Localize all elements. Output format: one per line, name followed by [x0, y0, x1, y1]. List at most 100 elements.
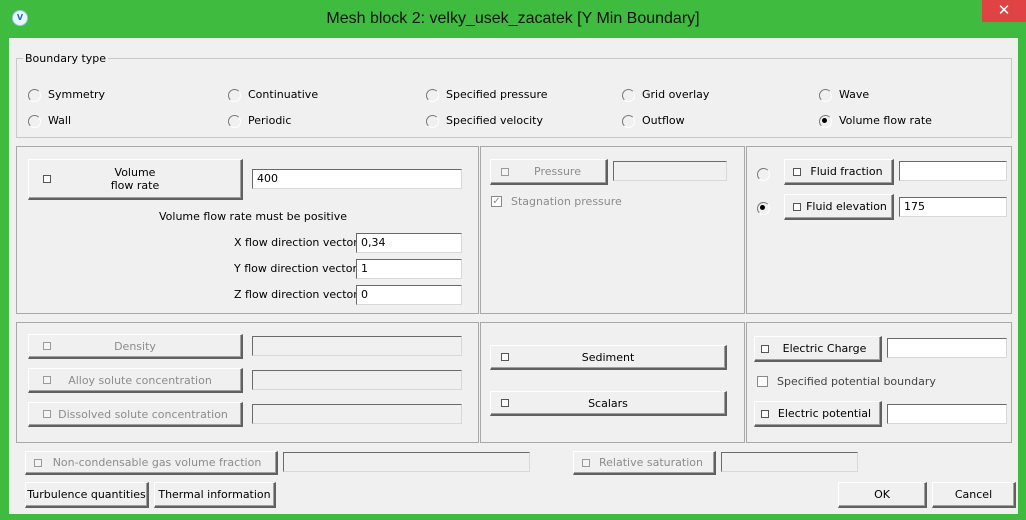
x-flow-label: X flow direction vector	[234, 236, 358, 249]
radio-outflow-label: Outflow	[642, 114, 685, 127]
density-label: Density	[114, 339, 156, 353]
x-flow-input[interactable]: 0,34	[356, 233, 462, 253]
volume-flow-rate-label-line2: flow rate	[110, 179, 160, 192]
alloy-solute-button[interactable]: Alloy solute concentration	[28, 368, 243, 393]
sediment-label: Sediment	[581, 350, 635, 364]
specified-potential-box	[757, 376, 768, 387]
fluid-elevation-input[interactable]: 175	[899, 197, 1007, 217]
radio-outflow-dot	[622, 115, 635, 128]
radio-grid-overlay-label: Grid overlay	[642, 88, 710, 101]
noncondensable-gas-button[interactable]: Non-condensable gas volume fraction	[25, 451, 278, 475]
electric-potential-input[interactable]	[887, 404, 1007, 424]
fluid-elevation-button[interactable]: Fluid elevation	[784, 194, 894, 220]
radio-volume-flow-rate[interactable]: Volume flow rate	[819, 114, 932, 128]
noncondensable-gas-checkbox[interactable]	[34, 458, 42, 467]
noncondensable-gas-label: Non-condensable gas volume fraction	[52, 456, 262, 469]
radio-continuative[interactable]: Continuative	[228, 88, 319, 102]
sediment-panel	[480, 322, 745, 443]
density-checkbox[interactable]	[43, 342, 51, 350]
fluid-fraction-checkbox[interactable]	[793, 167, 801, 176]
electric-charge-input[interactable]	[887, 338, 1007, 358]
volume-flow-rate-input[interactable]: 400	[252, 169, 462, 189]
stagnation-pressure-label: Stagnation pressure	[511, 195, 622, 208]
title-bar[interactable]: V Mesh block 2: velky_usek_zacatek [Y Mi…	[0, 0, 1026, 38]
volume-flow-rate-button[interactable]: Volume flow rate	[28, 159, 243, 200]
radio-volume-flow-rate-dot	[819, 115, 832, 128]
radio-symmetry-dot	[28, 89, 41, 102]
electric-charge-label: Electric Charge	[782, 342, 867, 355]
close-button[interactable]: ✕	[982, 0, 1026, 22]
dissolved-solute-input[interactable]	[252, 404, 462, 424]
stagnation-check-mark-icon: ✓	[491, 196, 502, 207]
electric-potential-checkbox[interactable]	[761, 409, 769, 418]
relative-saturation-button[interactable]: Relative saturation	[573, 451, 716, 475]
fluid-fraction-input[interactable]	[899, 161, 1007, 181]
alloy-solute-label: Alloy solute concentration	[68, 373, 212, 387]
radio-symmetry-label: Symmetry	[48, 88, 106, 101]
pressure-checkbox[interactable]	[501, 167, 509, 176]
dissolved-solute-checkbox[interactable]	[43, 410, 51, 418]
radio-specified-velocity-label: Specified velocity	[446, 114, 544, 127]
dissolved-solute-button[interactable]: Dissolved solute concentration	[28, 402, 243, 427]
sediment-checkbox[interactable]	[501, 353, 509, 361]
radio-wave[interactable]: Wave	[819, 88, 870, 102]
relative-saturation-input[interactable]	[721, 452, 858, 472]
turbulence-quantities-label: Turbulence quantities	[27, 488, 146, 501]
radio-fluid-elevation[interactable]	[757, 202, 770, 215]
fluid-fraction-label: Fluid fraction	[810, 165, 883, 178]
turbulence-quantities-button[interactable]: Turbulence quantities	[25, 482, 149, 508]
sediment-button[interactable]: Sediment	[490, 345, 727, 370]
radio-outflow[interactable]: Outflow	[622, 114, 685, 128]
thermal-information-button[interactable]: Thermal information	[154, 482, 276, 508]
radio-specified-pressure-label: Specified pressure	[446, 88, 548, 101]
electric-charge-checkbox[interactable]	[761, 344, 769, 353]
pressure-button[interactable]: Pressure	[490, 159, 608, 185]
radio-fluid-fraction-dot	[757, 168, 770, 181]
dialog-body: Boundary type Symmetry Continuative Spec…	[9, 38, 1018, 514]
radio-grid-overlay[interactable]: Grid overlay	[622, 88, 710, 102]
radio-specified-pressure[interactable]: Specified pressure	[426, 88, 548, 102]
scalars-checkbox[interactable]	[501, 399, 509, 407]
radio-symmetry[interactable]: Symmetry	[28, 88, 106, 102]
radio-periodic[interactable]: Periodic	[228, 114, 292, 128]
dissolved-solute-label: Dissolved solute concentration	[58, 407, 228, 421]
stagnation-pressure-checkbox[interactable]: ✓ Stagnation pressure	[491, 195, 622, 208]
relative-saturation-checkbox[interactable]	[582, 458, 590, 467]
electric-potential-button[interactable]: Electric potential	[754, 401, 882, 427]
radio-fluid-fraction[interactable]	[757, 168, 770, 181]
electric-charge-button[interactable]: Electric Charge	[754, 336, 882, 362]
alloy-solute-input[interactable]	[252, 370, 462, 390]
fluid-elevation-label: Fluid elevation	[806, 200, 887, 213]
pressure-label: Pressure	[534, 165, 581, 178]
radio-wall-dot	[28, 115, 41, 128]
pressure-input[interactable]	[613, 161, 727, 181]
thermal-information-label: Thermal information	[158, 488, 271, 501]
noncondensable-gas-input[interactable]	[283, 452, 530, 472]
volume-flow-rate-checkbox[interactable]	[43, 175, 51, 183]
volume-flow-rate-label-line1: Volume	[114, 166, 156, 179]
fluid-fraction-button[interactable]: Fluid fraction	[784, 159, 894, 185]
density-button[interactable]: Density	[28, 334, 243, 359]
y-flow-input[interactable]: 1	[356, 259, 462, 279]
ok-button[interactable]: OK	[838, 482, 927, 508]
z-flow-label: Z flow direction vector	[234, 288, 358, 301]
ok-label: OK	[874, 488, 890, 501]
radio-continuative-label: Continuative	[248, 88, 319, 101]
radio-wall[interactable]: Wall	[28, 114, 72, 128]
fluid-elevation-checkbox[interactable]	[793, 202, 801, 211]
density-input[interactable]	[252, 336, 462, 356]
radio-specified-pressure-dot	[426, 89, 439, 102]
specified-potential-checkbox[interactable]: Specified potential boundary	[757, 375, 936, 388]
z-flow-input[interactable]: 0	[356, 285, 462, 305]
cancel-button[interactable]: Cancel	[932, 482, 1016, 508]
radio-continuative-dot	[228, 89, 241, 102]
y-flow-label: Y flow direction vector	[234, 262, 357, 275]
radio-specified-velocity[interactable]: Specified velocity	[426, 114, 544, 128]
positive-note: Volume flow rate must be positive	[159, 210, 348, 223]
scalars-label: Scalars	[588, 396, 628, 410]
scalars-button[interactable]: Scalars	[490, 391, 727, 416]
radio-wall-label: Wall	[48, 114, 72, 127]
radio-periodic-label: Periodic	[248, 114, 292, 127]
radio-wave-label: Wave	[839, 88, 870, 101]
alloy-solute-checkbox[interactable]	[43, 376, 51, 384]
